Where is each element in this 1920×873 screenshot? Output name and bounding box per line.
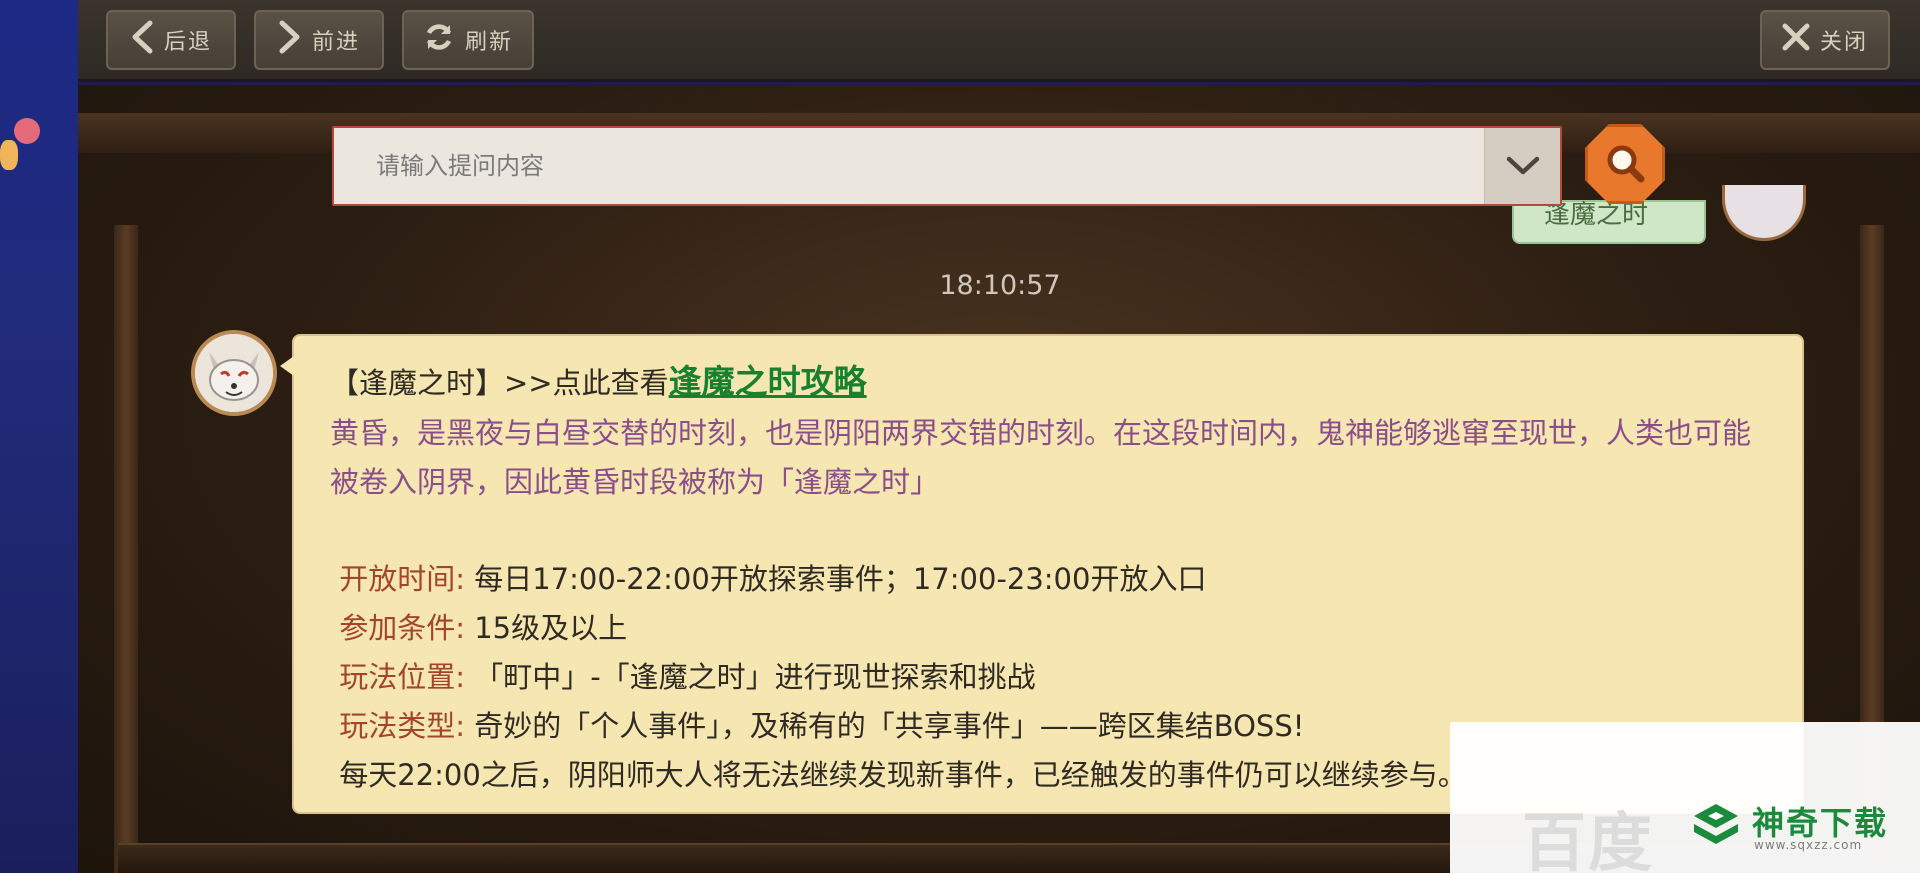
watermark-faded-text: 百度 bbox=[1522, 807, 1654, 873]
history-dropdown-button[interactable] bbox=[1484, 128, 1560, 204]
location-value: 「町中」-「逢魔之时」进行现世探索和挑战 bbox=[474, 660, 1036, 694]
location-row: 玩法位置: 「町中」-「逢魔之时」进行现世探索和挑战 bbox=[330, 653, 1766, 702]
guide-link[interactable]: 逢魔之时攻略 bbox=[669, 362, 867, 401]
forward-button[interactable]: 前进 bbox=[254, 10, 384, 70]
close-label: 关闭 bbox=[1819, 30, 1868, 55]
search-bar bbox=[332, 126, 1562, 206]
game-background-edge bbox=[0, 0, 78, 873]
back-label: 后退 bbox=[163, 30, 212, 55]
search-input[interactable] bbox=[334, 128, 1484, 204]
open-time-value: 每日17:00-22:00开放探索事件；17:00-23:00开放入口 bbox=[474, 562, 1207, 596]
decorative-blossom-2 bbox=[0, 140, 18, 170]
search-icon bbox=[1607, 145, 1645, 183]
chevron-left-icon bbox=[130, 20, 154, 60]
fox-mascot-icon bbox=[195, 334, 273, 412]
condition-row: 参加条件: 15级及以上 bbox=[330, 604, 1766, 653]
site-watermark: 百度 神奇下载 www.sqxzz.com bbox=[1450, 722, 1920, 873]
close-icon bbox=[1782, 23, 1810, 57]
chevron-down-icon bbox=[1506, 156, 1539, 175]
condition-value: 15级及以上 bbox=[474, 611, 628, 645]
condition-label: 参加条件: bbox=[339, 611, 465, 645]
user-message-bubble: 逢魔之时 bbox=[1512, 200, 1706, 244]
refresh-button[interactable]: 刷新 bbox=[402, 10, 534, 70]
message-timestamp: 18:10:57 bbox=[939, 270, 1061, 301]
decorative-pillar-left bbox=[114, 225, 138, 873]
site-logo-icon bbox=[1694, 804, 1738, 844]
type-label: 玩法类型: bbox=[339, 709, 465, 743]
open-time-label: 开放时间: bbox=[339, 562, 465, 596]
browser-toolbar: 后退 前进 刷新 关闭 bbox=[78, 0, 1920, 82]
decorative-blossom bbox=[14, 118, 40, 144]
watermark-site-url: www.sqxzz.com bbox=[1754, 838, 1863, 852]
type-value: 奇妙的「个人事件」，及稀有的「共享事件」——跨区集结BOSS! bbox=[474, 709, 1305, 743]
refresh-icon bbox=[423, 21, 455, 59]
open-time-row: 开放时间: 每日17:00-22:00开放探索事件；17:00-23:00开放入… bbox=[330, 555, 1766, 604]
location-label: 玩法位置: bbox=[339, 660, 465, 694]
refresh-label: 刷新 bbox=[464, 30, 513, 55]
close-button[interactable]: 关闭 bbox=[1760, 10, 1890, 70]
answer-intro: 【逢魔之时】>>点此查看逢魔之时攻略 bbox=[330, 356, 1766, 409]
bot-avatar bbox=[191, 330, 277, 416]
chevron-right-icon bbox=[278, 20, 302, 60]
answer-description: 黄昏，是黑夜与白昼交替的时刻，也是阴阳两界交错的时刻。在这段时间内，鬼神能够逃窜… bbox=[330, 416, 1752, 499]
back-button[interactable]: 后退 bbox=[106, 10, 236, 70]
search-button[interactable] bbox=[1585, 124, 1665, 204]
forward-label: 前进 bbox=[311, 30, 360, 55]
answer-intro-prefix: 【逢魔之时】>>点此查看 bbox=[330, 366, 669, 400]
note-text: 每天22:00之后，阴阳师大人将无法继续发现新事件，已经触发的事件仍可以继续参与… bbox=[339, 758, 1467, 792]
